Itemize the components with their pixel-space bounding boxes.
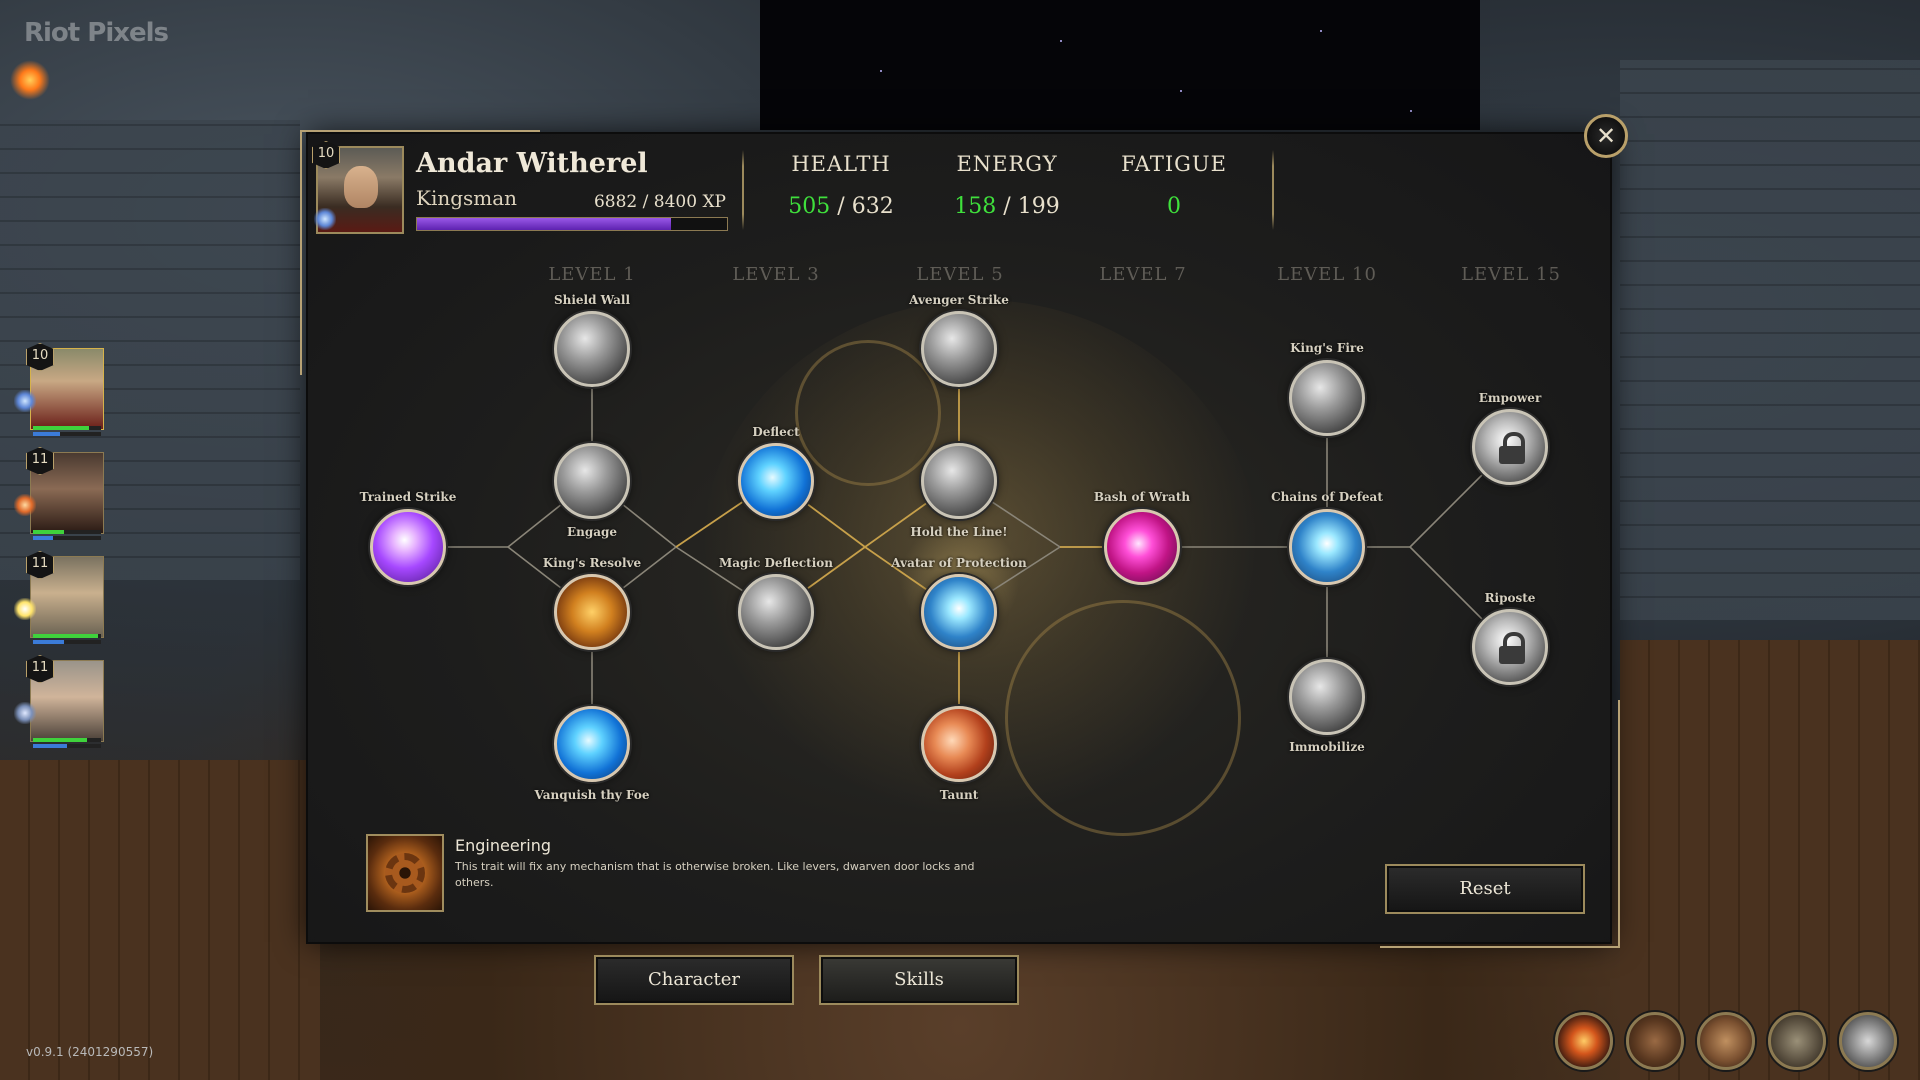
- skill-node-immobilize[interactable]: [1289, 659, 1365, 735]
- skill-label-trained-strike: Trained Strike: [359, 490, 457, 504]
- journal-icon[interactable]: [1697, 1012, 1755, 1070]
- class-gem-icon: [14, 702, 36, 724]
- skill-label-engage: Engage: [566, 525, 618, 539]
- skill-label-immobilize: Immobilize: [1289, 740, 1365, 754]
- map-icon[interactable]: [1768, 1012, 1826, 1070]
- skill-label-bash-of-wrath: Bash of Wrath: [1093, 490, 1191, 504]
- skill-node-empower[interactable]: [1472, 409, 1548, 485]
- skill-label-chains-of-defeat: Chains of Defeat: [1271, 490, 1383, 504]
- gear-icon: [385, 853, 425, 893]
- skill-node-avatar-of-protection[interactable]: [921, 574, 997, 650]
- settings-gear-icon[interactable]: [1839, 1012, 1897, 1070]
- skill-node-bash-of-wrath[interactable]: [1104, 509, 1180, 585]
- party-bars: [33, 736, 101, 748]
- skill-node-shield-wall[interactable]: [554, 311, 630, 387]
- skill-node-deflect[interactable]: [738, 443, 814, 519]
- skill-node-trained-strike[interactable]: [370, 509, 446, 585]
- skill-node-chains-of-defeat[interactable]: [1289, 509, 1365, 585]
- skill-node-hold-the-line[interactable]: [921, 443, 997, 519]
- class-gem-icon: [14, 598, 36, 620]
- skill-label-kings-resolve: King's Resolve: [542, 556, 642, 570]
- skill-node-riposte[interactable]: [1472, 609, 1548, 685]
- skill-label-taunt: Taunt: [939, 788, 979, 802]
- campfire-icon[interactable]: [1555, 1012, 1613, 1070]
- class-gem-icon: [14, 494, 36, 516]
- skill-node-engage[interactable]: [554, 443, 630, 519]
- skill-node-taunt[interactable]: [921, 706, 997, 782]
- trait-description: This trait will fix any mechanism that i…: [455, 860, 975, 889]
- skill-label-deflect: Deflect: [752, 425, 800, 439]
- skill-node-vanquish-thy-foe[interactable]: [554, 706, 630, 782]
- party-bars: [33, 632, 101, 644]
- skill-label-hold-the-line: Hold the Line!: [910, 525, 1008, 539]
- trait-title: Engineering: [455, 836, 551, 855]
- skill-node-kings-resolve[interactable]: [554, 574, 630, 650]
- skill-label-empower: Empower: [1478, 391, 1542, 405]
- skill-label-avenger-strike: Avenger Strike: [909, 293, 1009, 307]
- skill-node-magic-deflection[interactable]: [738, 574, 814, 650]
- lock-icon: [1499, 632, 1525, 664]
- skill-label-shield-wall: Shield Wall: [553, 293, 631, 307]
- backpack-icon[interactable]: [1626, 1012, 1684, 1070]
- version-label: v0.9.1 (2401290557): [26, 1045, 154, 1059]
- lock-icon: [1499, 432, 1525, 464]
- reset-button[interactable]: Reset: [1385, 864, 1585, 914]
- skills-tab-button[interactable]: Skills: [819, 955, 1019, 1005]
- character-tab-button[interactable]: Character: [594, 955, 794, 1005]
- party-bars: [33, 528, 101, 540]
- class-gem-icon: [14, 390, 36, 412]
- skill-node-avenger-strike[interactable]: [921, 311, 997, 387]
- skill-tree-connections: [408, 349, 1511, 744]
- skill-label-avatar-of-protection: Avatar of Protection: [891, 556, 1027, 570]
- skill-node-kings-fire[interactable]: [1289, 360, 1365, 436]
- party-bars: [33, 424, 101, 436]
- skill-label-vanquish-thy-foe: Vanquish thy Foe: [534, 788, 650, 802]
- trait-icon: [366, 834, 444, 912]
- skill-label-riposte: Riposte: [1484, 591, 1536, 605]
- skill-label-kings-fire: King's Fire: [1290, 341, 1364, 355]
- skill-label-magic-deflection: Magic Deflection: [718, 556, 834, 570]
